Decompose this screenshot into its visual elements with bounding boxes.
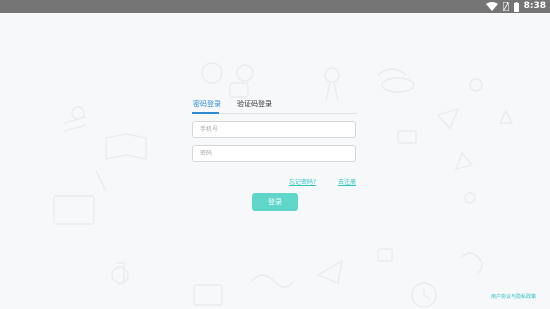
login-tabs: 密码登录 验证码登录 [192,99,357,115]
sim-icon [502,2,509,11]
active-tab-indicator [192,112,219,114]
register-link[interactable]: 去注册 [338,177,356,186]
status-icons: 8:38 [485,0,546,13]
status-bar: 8:38 [0,0,550,13]
battery-icon [513,1,519,12]
password-input[interactable] [192,145,356,162]
phone-input[interactable] [192,121,356,138]
tab-code-login[interactable]: 验证码登录 [237,99,272,109]
wifi-icon [485,2,498,11]
privacy-policy-link[interactable]: 用户协议与隐私政策 [491,293,536,300]
tab-password-login[interactable]: 密码登录 [193,99,221,109]
clock-time: 8:38 [523,1,546,11]
forgot-password-link[interactable]: 忘记密码? [289,177,316,186]
login-button[interactable]: 登录 [252,193,298,211]
